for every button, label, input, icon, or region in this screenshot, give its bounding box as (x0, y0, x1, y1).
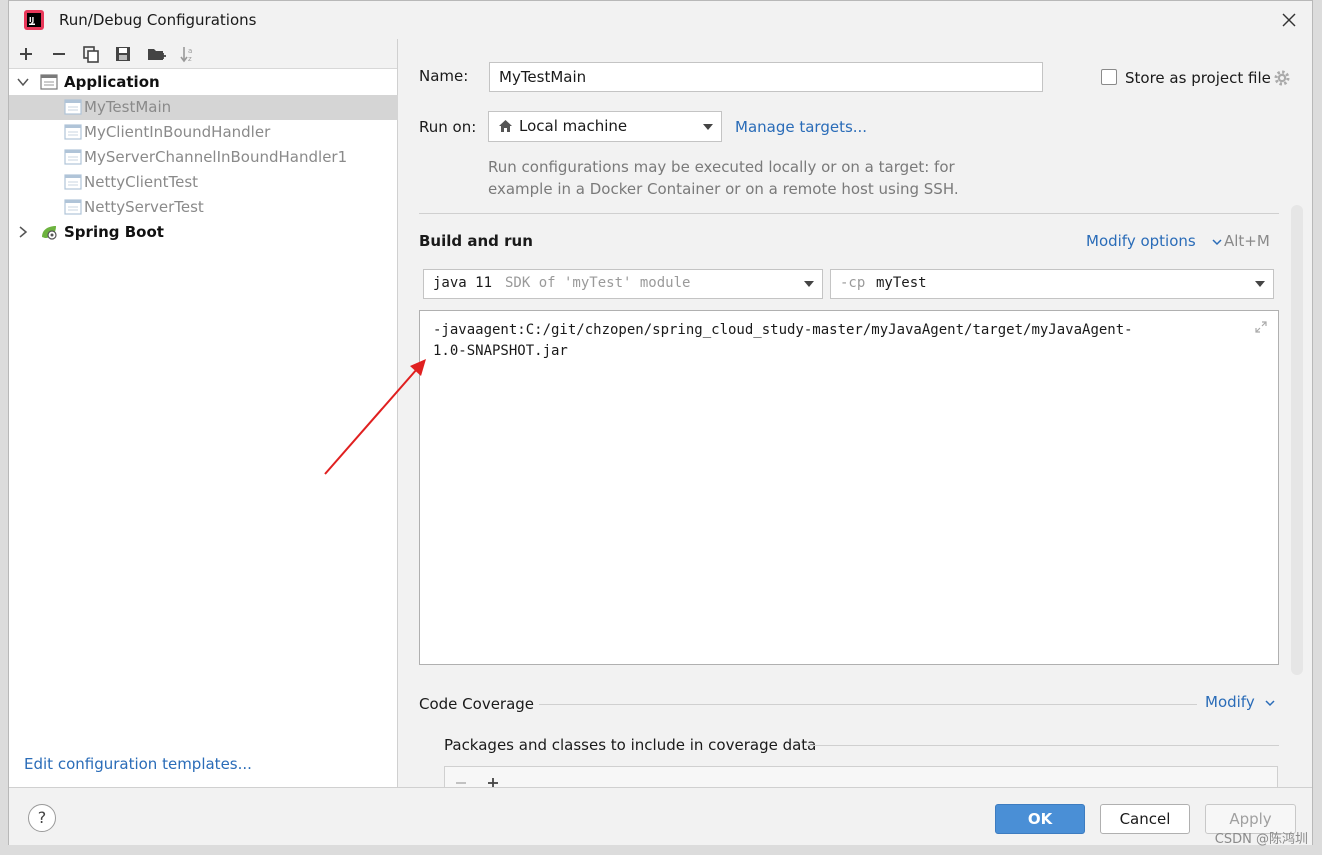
application-config-icon (64, 99, 82, 115)
build-and-run-heading: Build and run (419, 232, 533, 250)
dialog-buttons-bar: ? OK Cancel Apply (9, 787, 1312, 845)
run-on-hint-line1: Run configurations may be executed local… (488, 158, 955, 176)
save-icon[interactable] (112, 43, 134, 65)
tree-item-label: NettyServerTest (84, 198, 204, 216)
code-coverage-heading: Code Coverage (419, 695, 535, 713)
chevron-right-icon[interactable] (16, 225, 30, 239)
spring-boot-icon (42, 226, 57, 240)
home-icon (499, 120, 512, 132)
configurations-panel: a z Application MyTestMain MyClientInBou… (9, 39, 398, 787)
copy-icon[interactable] (80, 43, 102, 65)
store-project-label: Store as project file (1125, 69, 1271, 87)
jdk-select[interactable]: java 11 SDK of 'myTest' module (423, 269, 823, 299)
coverage-packages-list (444, 766, 1278, 787)
name-value: MyTestMain (499, 68, 587, 86)
run-debug-dialog: IJ Run/Debug Configurations a z Applicat… (8, 0, 1313, 845)
application-config-icon (64, 149, 82, 165)
remove-icon[interactable] (453, 775, 469, 787)
modify-coverage-link[interactable]: Modify (1205, 693, 1255, 711)
application-config-icon (64, 124, 82, 140)
modify-options-shortcut: Alt+M (1224, 232, 1270, 250)
vm-options-line: -javaagent:C:/git/chzopen/spring_cloud_s… (433, 322, 1133, 338)
application-config-icon (64, 199, 82, 215)
chevron-down-icon (804, 281, 814, 287)
divider (539, 704, 1197, 705)
vm-options-field[interactable]: -javaagent:C:/git/chzopen/spring_cloud_s… (419, 310, 1279, 665)
vm-options-text: -javaagent:C:/git/chzopen/spring_cloud_s… (433, 320, 1133, 362)
classpath-select[interactable]: -cp myTest (830, 269, 1274, 299)
classpath-prefix: -cp (840, 275, 866, 291)
run-on-label: Run on: (419, 118, 477, 136)
name-label: Name: (419, 67, 469, 85)
cancel-button[interactable]: Cancel (1100, 804, 1190, 834)
edit-templates-link[interactable]: Edit configuration templates... (24, 755, 252, 773)
svg-text:IJ: IJ (29, 16, 34, 24)
watermark: CSDN @陈鸿圳 (1214, 832, 1308, 847)
new-folder-icon[interactable] (145, 43, 167, 65)
chevron-down-icon[interactable] (1264, 697, 1276, 709)
vm-options-line: 1.0-SNAPSHOT.jar (433, 343, 568, 359)
tree-item-nettyservertest[interactable]: NettyServerTest (9, 195, 398, 220)
name-field[interactable]: MyTestMain (489, 62, 1043, 92)
chevron-down-icon[interactable] (1211, 236, 1223, 248)
tree-item-label: MyClientInBoundHandler (84, 123, 271, 141)
add-icon[interactable] (485, 775, 501, 787)
jdk-value: java 11 (433, 275, 493, 291)
tree-item-label: MyTestMain (84, 98, 172, 116)
expand-icon[interactable] (1254, 320, 1268, 334)
sort-icon[interactable]: a z (177, 43, 199, 65)
scrollbar[interactable] (1291, 205, 1303, 675)
run-on-select[interactable]: Local machine (488, 111, 722, 142)
tree-item-mytestmain[interactable]: MyTestMain (9, 95, 398, 120)
svg-text:z: z (188, 55, 192, 63)
tree-group-spring-boot[interactable]: Spring Boot (9, 220, 398, 245)
modify-options-link[interactable]: Modify options (1086, 232, 1196, 250)
configuration-editor: Name: MyTestMain Store as project file R… (398, 39, 1312, 787)
intellij-logo-icon: IJ (24, 10, 44, 30)
chevron-down-icon (1255, 281, 1265, 287)
classpath-value: myTest (876, 275, 927, 291)
tree-item-nettyclienttest[interactable]: NettyClientTest (9, 170, 398, 195)
svg-text:a: a (188, 47, 192, 55)
divider (419, 213, 1279, 214)
configurations-toolbar: a z (9, 39, 397, 69)
manage-targets-link[interactable]: Manage targets... (735, 118, 867, 136)
coverage-packages-label: Packages and classes to include in cover… (444, 736, 817, 754)
application-config-icon (64, 174, 82, 190)
jdk-detail: SDK of 'myTest' module (505, 275, 691, 291)
tree-group-application[interactable]: Application (9, 70, 398, 95)
tree-group-label: Spring Boot (64, 223, 164, 241)
tree-item-myserverchannelinboundhandler1[interactable]: MyServerChannelInBoundHandler1 (9, 145, 398, 170)
run-on-hint-line2: example in a Docker Container or on a re… (488, 180, 959, 198)
help-button[interactable]: ? (28, 804, 56, 832)
gear-icon[interactable] (1273, 69, 1291, 87)
application-icon (40, 74, 58, 90)
ok-button[interactable]: OK (995, 804, 1085, 834)
tree-group-label: Application (64, 73, 160, 91)
tree-item-myclientinboundhandler[interactable]: MyClientInBoundHandler (9, 120, 398, 145)
title-bar: IJ Run/Debug Configurations (9, 1, 1312, 39)
chevron-down-icon[interactable] (16, 75, 30, 89)
remove-icon[interactable] (48, 43, 70, 65)
chevron-down-icon (703, 123, 713, 130)
run-on-value: Local machine (519, 117, 628, 135)
divider (806, 745, 1279, 746)
window-title: Run/Debug Configurations (59, 11, 257, 29)
tree-item-label: NettyClientTest (84, 173, 199, 191)
add-icon[interactable] (15, 43, 37, 65)
tree-item-label: MyServerChannelInBoundHandler1 (84, 148, 348, 166)
close-icon[interactable] (1276, 7, 1302, 33)
store-project-checkbox[interactable] (1101, 69, 1117, 85)
